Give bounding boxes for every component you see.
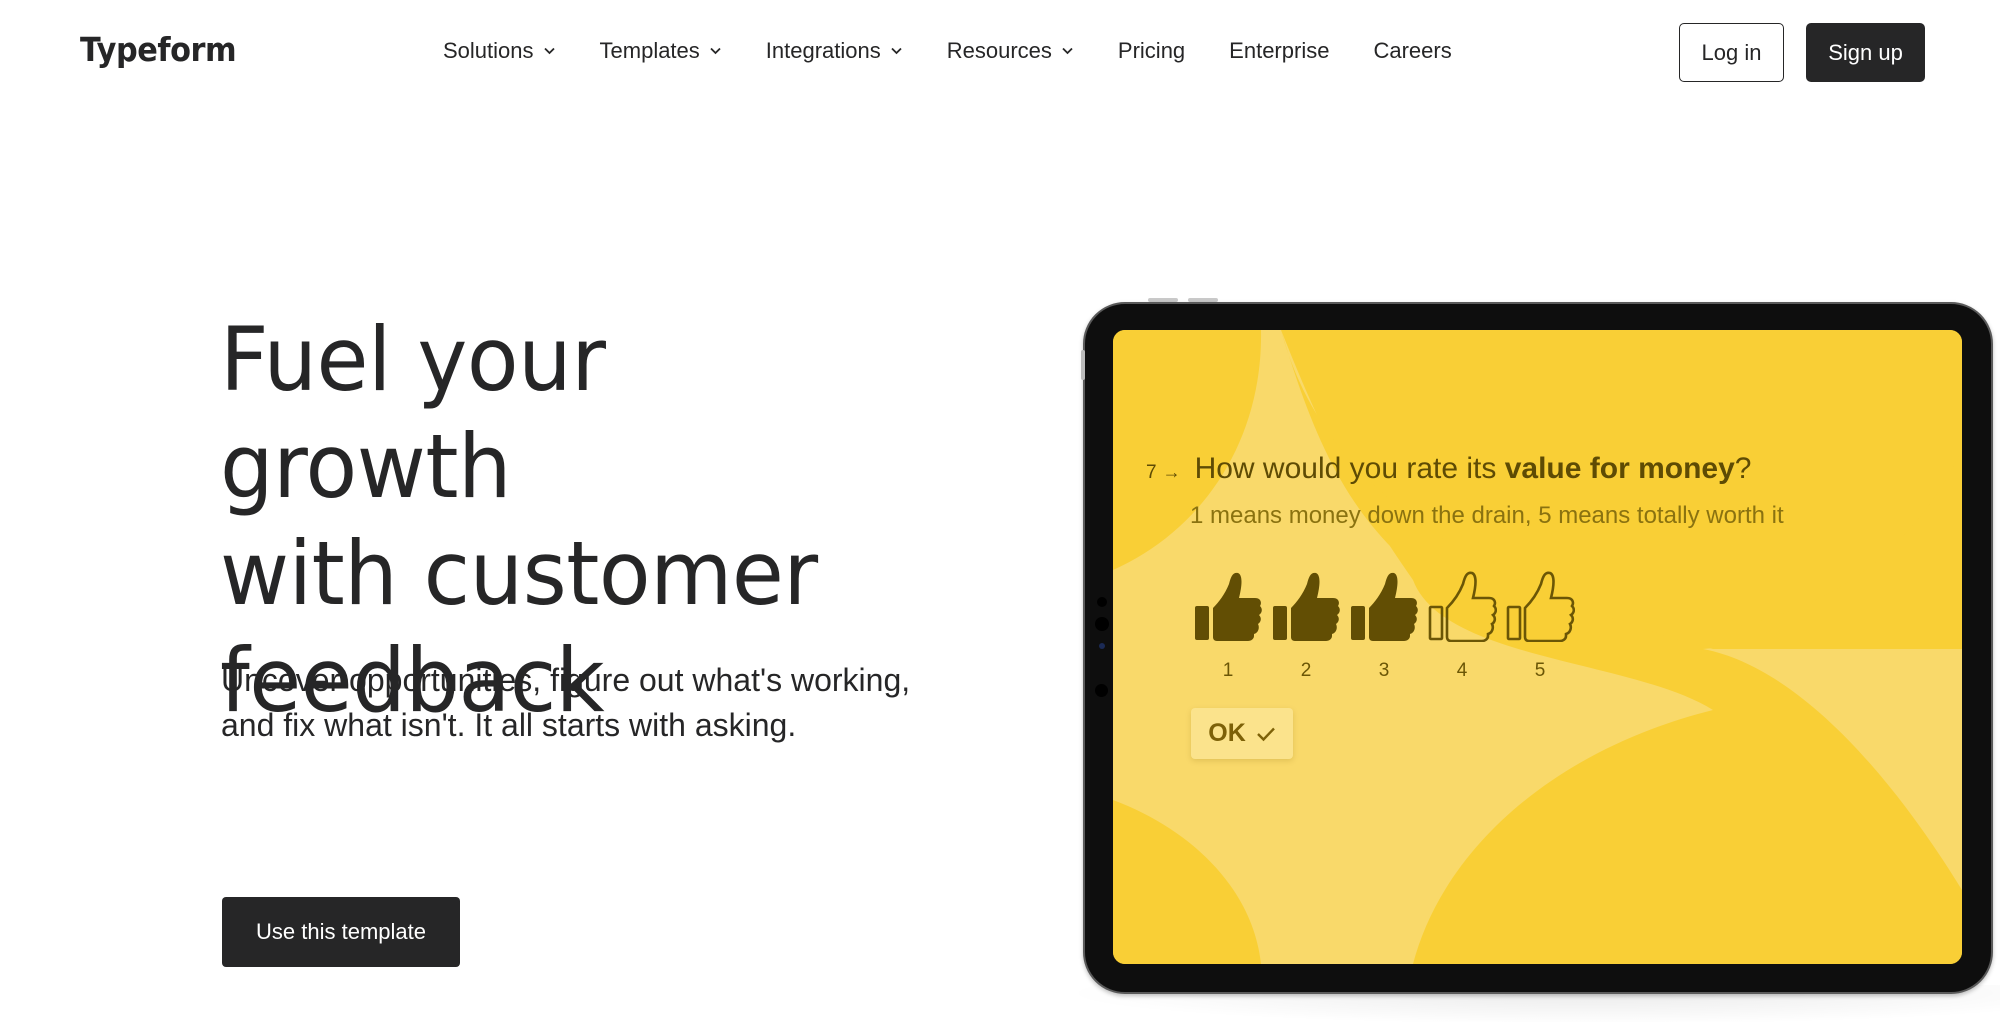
nav-item-pricing[interactable]: Pricing [1118, 38, 1185, 64]
login-button[interactable]: Log in [1679, 23, 1784, 82]
hero-subtitle-line: Uncover opportunities, figure out what's… [221, 662, 911, 698]
chevron-down-icon [710, 45, 722, 57]
rating-label: 2 [1300, 660, 1312, 681]
tablet-sensor [1095, 684, 1108, 697]
hero-subtitle: Uncover opportunities, figure out what's… [221, 658, 981, 748]
checkmark-icon [1256, 727, 1275, 741]
nav-label: Resources [946, 38, 1052, 63]
rating-option-4[interactable]: 4 [1423, 570, 1501, 682]
question-text-part: How would you rate its [1194, 452, 1505, 485]
thumbs-up-outline-icon [1506, 571, 1575, 642]
tablet-camera [1095, 617, 1109, 631]
arrow-right-icon: → [1162, 462, 1181, 482]
nav-label: Careers [1373, 38, 1452, 63]
rating-label: 5 [1534, 660, 1546, 681]
hero-title-line: Fuel your growth [220, 308, 606, 518]
question-number: 7 [1146, 462, 1157, 483]
nav-label: Pricing [1117, 38, 1186, 63]
tablet-side-button [1081, 350, 1085, 380]
question-text-bold: value for money [1504, 452, 1735, 485]
chevron-down-icon [891, 45, 903, 57]
thumbs-up-outline-icon [1428, 571, 1497, 642]
chevron-down-icon [544, 45, 556, 57]
question-description: 1 means money down the drain, 5 means to… [1190, 502, 1784, 529]
tablet-sensor [1097, 597, 1107, 607]
site-header: Typeform Solutions Templates Integration… [0, 0, 2000, 104]
nav-item-solutions[interactable]: Solutions [443, 38, 556, 64]
typeform-logo[interactable]: Typeform [80, 30, 237, 69]
rating-label: 1 [1222, 660, 1234, 681]
rating-label: 4 [1456, 660, 1468, 681]
thumbs-up-icon [1195, 572, 1262, 641]
signup-button[interactable]: Sign up [1806, 23, 1925, 82]
hero-title-line: with customer [220, 522, 818, 625]
ok-label: OK [1208, 719, 1246, 747]
rating-option-5[interactable]: 5 [1501, 570, 1579, 682]
rating-option-1[interactable]: 1 [1189, 570, 1267, 682]
question-text-part: ? [1734, 452, 1752, 485]
nav-item-templates[interactable]: Templates [600, 38, 722, 64]
nav-item-careers[interactable]: Careers [1373, 38, 1451, 64]
nav-item-resources[interactable]: Resources [947, 38, 1074, 64]
nav-label: Solutions [443, 38, 534, 63]
tablet-camera-lens [1099, 643, 1105, 649]
thumbs-up-icon [1351, 572, 1418, 641]
chevron-down-icon [1062, 45, 1074, 57]
nav-label: Enterprise [1229, 38, 1330, 63]
ok-button[interactable]: OK [1191, 708, 1293, 759]
rating-option-2[interactable]: 2 [1267, 570, 1345, 682]
thumbs-rating: 1 2 3 4 5 [1189, 570, 1579, 682]
question-text: How would you rate its value for money? [1195, 452, 1752, 486]
tablet-screen: 7 → How would you rate its value for mon… [1113, 330, 1962, 964]
nav-label: Integrations [765, 38, 881, 63]
nav-item-enterprise[interactable]: Enterprise [1229, 38, 1329, 64]
nav-item-integrations[interactable]: Integrations [766, 38, 903, 64]
main-nav: Solutions Templates Integrations Resourc… [443, 38, 1496, 64]
rating-label: 3 [1378, 660, 1390, 681]
hero-subtitle-line: and fix what isn't. It all starts with a… [221, 707, 797, 743]
question-row: 7 → How would you rate its value for mon… [1146, 452, 1751, 486]
thumbs-up-icon [1273, 572, 1340, 641]
rating-option-3[interactable]: 3 [1345, 570, 1423, 682]
use-template-button[interactable]: Use this template [222, 897, 460, 967]
nav-label: Templates [599, 38, 700, 63]
